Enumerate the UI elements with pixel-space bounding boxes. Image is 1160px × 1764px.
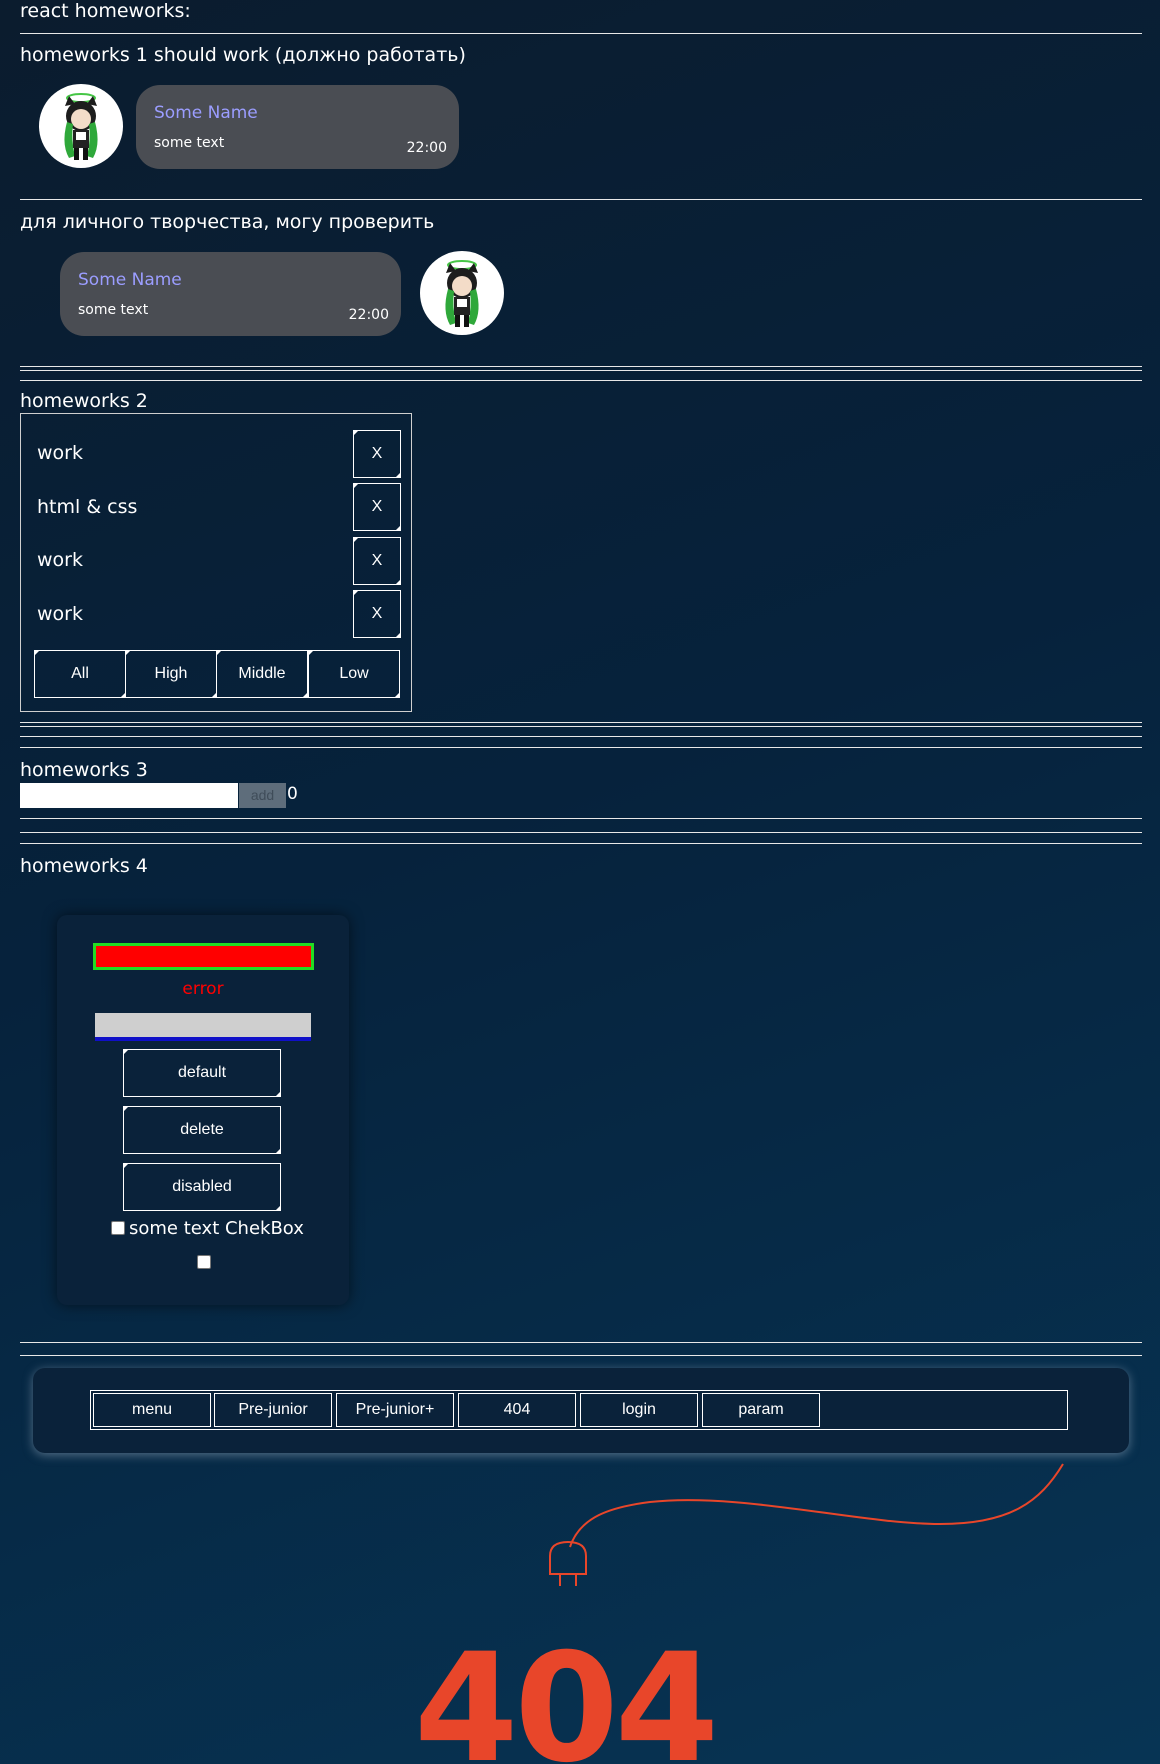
friend-message-author: Some Name: [78, 270, 182, 290]
divider: [20, 818, 1142, 819]
divider: [20, 726, 1142, 727]
filter-all-button[interactable]: All: [34, 650, 126, 698]
hw3-title: homeworks 3: [20, 759, 148, 781]
error-404-graphic: 404: [414, 1630, 734, 1764]
nav-item-pre-junior[interactable]: Pre-junior: [214, 1393, 332, 1427]
divider: [20, 380, 1142, 381]
nav-item-param[interactable]: param: [702, 1393, 820, 1427]
plain-checkbox[interactable]: [197, 1255, 211, 1269]
message-author: Some Name: [154, 103, 258, 123]
nav-bar: menu Pre-junior Pre-junior+ 404 login pa…: [90, 1390, 1068, 1430]
divider: [20, 1355, 1142, 1356]
divider: [20, 747, 1142, 748]
name-input[interactable]: [20, 783, 238, 808]
affair-name: html & css: [37, 496, 138, 518]
page-title: react homeworks:: [20, 0, 191, 22]
default-button[interactable]: default: [123, 1049, 281, 1097]
divider: [20, 370, 1142, 371]
friend-message-text: some text: [78, 302, 149, 318]
affair-name: work: [37, 603, 83, 625]
delete-affair-button[interactable]: X: [353, 430, 401, 478]
filter-low-button[interactable]: Low: [308, 650, 400, 698]
error-code: 404: [414, 1630, 719, 1764]
hw1-title: homeworks 1 should work (должно работать…: [20, 44, 466, 66]
disabled-button[interactable]: disabled: [123, 1163, 281, 1211]
filter-high-button[interactable]: High: [125, 650, 217, 698]
avatar: [39, 84, 123, 168]
nav-item-login[interactable]: login: [580, 1393, 698, 1427]
delete-affair-button[interactable]: X: [353, 537, 401, 585]
labeled-checkbox[interactable]: [111, 1221, 125, 1235]
divider: [20, 832, 1142, 833]
hw2-title: homeworks 2: [20, 390, 148, 412]
hw4-title: homeworks 4: [20, 855, 148, 877]
divider: [20, 199, 1142, 200]
delete-button[interactable]: delete: [123, 1106, 281, 1154]
filter-middle-button[interactable]: Middle: [216, 650, 308, 698]
affairs-panel: work X html & css X work X work X All Hi…: [20, 413, 412, 712]
divider: [20, 843, 1142, 844]
divider: [20, 33, 1142, 34]
nav-container: menu Pre-junior Pre-junior+ 404 login pa…: [33, 1368, 1129, 1453]
plug-cable-icon: [549, 1463, 1064, 1586]
users-count: 0: [287, 784, 298, 804]
affair-name: work: [37, 549, 83, 571]
error-text: error: [182, 979, 224, 999]
error-input[interactable]: [93, 943, 314, 970]
friend-avatar: [420, 251, 504, 335]
nav-item-404[interactable]: 404: [458, 1393, 576, 1427]
friend-message-bubble: Some Name some text 22:00: [60, 252, 401, 336]
super-input[interactable]: [95, 1013, 311, 1041]
message-time: 22:00: [406, 140, 447, 156]
checkbox-label: some text ChekBox: [129, 1218, 304, 1239]
hw4-card: error default delete disabled some text …: [57, 915, 349, 1305]
divider: [20, 366, 1142, 367]
nav-item-pre-junior-plus[interactable]: Pre-junior+: [336, 1393, 454, 1427]
message-bubble: Some Name some text 22:00: [136, 85, 459, 169]
affair-name: work: [37, 442, 83, 464]
divider: [20, 1342, 1142, 1343]
nav-item-menu[interactable]: menu: [93, 1393, 211, 1427]
friend-message-time: 22:00: [348, 307, 389, 323]
divider: [20, 722, 1142, 723]
delete-affair-button[interactable]: X: [353, 483, 401, 531]
divider: [20, 736, 1142, 737]
message-text: some text: [154, 135, 225, 151]
delete-affair-button[interactable]: X: [353, 590, 401, 638]
add-button[interactable]: add: [239, 783, 286, 808]
hw1-creative-title: для личного творчества, могу проверить: [20, 211, 435, 233]
